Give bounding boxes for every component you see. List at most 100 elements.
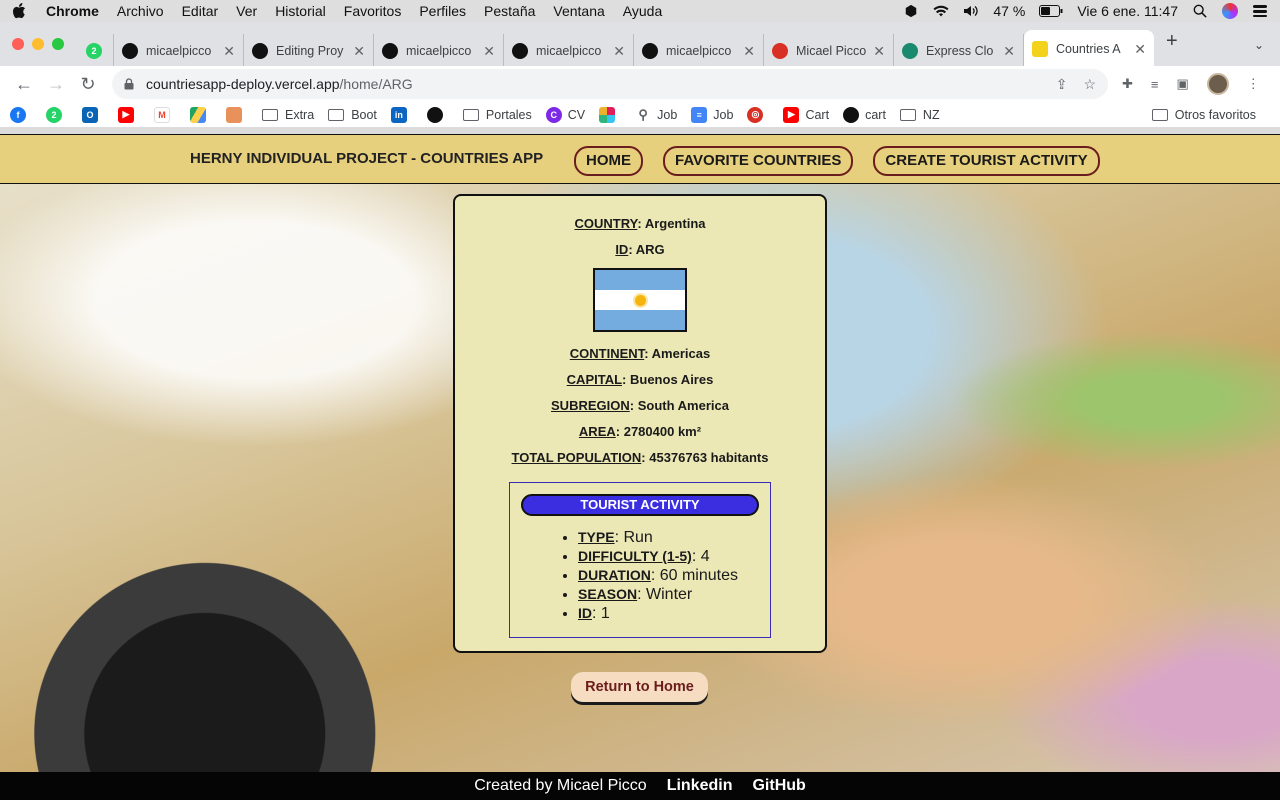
country-id: ARG xyxy=(635,242,665,257)
github-icon xyxy=(426,106,443,123)
minimize-window-button[interactable] xyxy=(32,38,44,50)
siri-icon[interactable] xyxy=(1222,3,1238,19)
apple-icon[interactable] xyxy=(12,3,26,19)
field-label: CONTINENT xyxy=(569,346,645,361)
menu-historial[interactable]: Historial xyxy=(275,3,326,19)
bookmark-job-search[interactable]: ⚲ Job xyxy=(635,107,677,123)
close-tab-icon[interactable]: ✕ xyxy=(1134,41,1146,58)
menu-ayuda[interactable]: Ayuda xyxy=(623,3,662,19)
bookmark-job-docs[interactable]: ≡ Job xyxy=(691,106,734,123)
bookmark-youtube[interactable]: ▶ xyxy=(118,106,140,123)
flag-stripe xyxy=(595,270,685,290)
bookmark-cv[interactable]: C CV xyxy=(545,106,586,123)
close-window-button[interactable] xyxy=(12,38,24,50)
forward-arrow-icon[interactable]: → xyxy=(42,70,70,98)
tab-countries-app[interactable]: Countries A ✕ xyxy=(1024,30,1154,68)
bookmark-gmail[interactable]: M xyxy=(154,106,176,123)
list-item: DURATION: 60 minutes xyxy=(578,566,770,585)
tab-express[interactable]: Express Clo ✕ xyxy=(894,34,1024,68)
country-detail-card: COUNTRY: Argentina ID: ARG CONTINENT: Am… xyxy=(453,194,827,653)
profile-avatar[interactable] xyxy=(1206,73,1229,95)
spotlight-search-icon[interactable] xyxy=(1192,4,1208,18)
close-tab-icon[interactable]: ✕ xyxy=(483,43,495,60)
bookmark-github[interactable] xyxy=(426,106,449,123)
close-tab-icon[interactable]: ✕ xyxy=(743,43,755,60)
github-link[interactable]: GitHub xyxy=(752,777,805,795)
vpn-icon[interactable] xyxy=(903,4,919,18)
tab-search-chevron-icon[interactable]: ⌄ xyxy=(1254,38,1264,52)
return-to-home-button[interactable]: Return to Home xyxy=(571,672,708,702)
control-center-icon[interactable] xyxy=(1252,4,1268,18)
tab-label: micaelpicco xyxy=(536,44,602,58)
favorite-countries-button[interactable]: FAVORITE COUNTRIES xyxy=(663,146,854,176)
extensions-puzzle-icon[interactable]: ✚ xyxy=(1122,76,1133,92)
share-icon[interactable]: ⇪ xyxy=(1056,76,1068,93)
menu-pestana[interactable]: Pestaña xyxy=(484,3,535,19)
media-control-icon[interactable]: ≡ xyxy=(1151,77,1159,92)
lock-icon[interactable] xyxy=(124,78,134,90)
field-label: ID xyxy=(578,605,592,621)
bookmark-label: CV xyxy=(567,107,586,122)
bookmark-other-favorites[interactable]: Otros favoritos xyxy=(1151,108,1256,122)
bookmark-star-icon[interactable]: ☆ xyxy=(1083,76,1096,93)
github-icon xyxy=(382,43,398,59)
field-label: AREA xyxy=(578,424,616,439)
bookmark-folder-nz[interactable]: NZ xyxy=(899,108,940,122)
tab-github-5[interactable]: micaelpicco ✕ xyxy=(634,34,764,68)
menu-perfiles[interactable]: Perfiles xyxy=(419,3,466,19)
tab-github-2[interactable]: Editing Proy ✕ xyxy=(244,34,374,68)
bookmark-drive[interactable] xyxy=(190,106,212,123)
menu-editar[interactable]: Editar xyxy=(182,3,219,19)
wifi-icon[interactable] xyxy=(933,4,949,18)
bookmark-slack[interactable] xyxy=(599,106,621,123)
close-tab-icon[interactable]: ✕ xyxy=(873,43,885,60)
clock[interactable]: Vie 6 ene. 11:47 xyxy=(1077,3,1178,19)
tab-whatsapp[interactable]: 2 xyxy=(78,34,114,68)
bookmark-folder-extra[interactable]: Extra xyxy=(262,108,314,122)
tab-github-1[interactable]: micaelpicco ✕ xyxy=(114,34,244,68)
menu-ventana[interactable]: Ventana xyxy=(553,3,604,19)
tab-github-3[interactable]: micaelpicco ✕ xyxy=(374,34,504,68)
bookmark-linkedin[interactable]: in xyxy=(390,106,413,123)
area-row: AREA: 2780400 km² xyxy=(578,424,702,439)
menu-app-name[interactable]: Chrome xyxy=(46,3,99,19)
home-button[interactable]: HOME xyxy=(574,146,643,176)
bookmark-cube[interactable] xyxy=(226,106,248,123)
create-tourist-activity-button[interactable]: CREATE TOURIST ACTIVITY xyxy=(873,146,1100,176)
macos-menu-bar: Chrome Archivo Editar Ver Historial Favo… xyxy=(0,0,1280,22)
bookmark-cart-github[interactable]: cart xyxy=(843,106,886,123)
linkedin-link[interactable]: Linkedin xyxy=(667,777,733,795)
bookmark-folder-portales[interactable]: Portales xyxy=(462,108,532,122)
bookmark-target[interactable]: ◎ xyxy=(747,106,769,123)
zoom-window-button[interactable] xyxy=(52,38,64,50)
menu-favoritos[interactable]: Favoritos xyxy=(344,3,402,19)
bookmark-label: Job xyxy=(713,107,734,122)
tab-label: micaelpicco xyxy=(146,44,212,58)
battery-icon[interactable] xyxy=(1039,5,1063,17)
close-tab-icon[interactable]: ✕ xyxy=(223,43,235,60)
activity-id: 1 xyxy=(600,605,610,622)
new-tab-icon[interactable]: + xyxy=(1166,30,1178,62)
bookmark-outlook[interactable]: O xyxy=(82,106,104,123)
back-arrow-icon[interactable]: ← xyxy=(10,70,38,98)
close-tab-icon[interactable]: ✕ xyxy=(613,43,625,60)
address-bar[interactable]: countriesapp-deploy.vercel.app/home/ARG … xyxy=(112,69,1108,99)
side-panel-icon[interactable]: ▣ xyxy=(1177,76,1189,92)
close-tab-icon[interactable]: ✕ xyxy=(353,43,365,60)
more-menu-icon[interactable]: ⋮ xyxy=(1247,76,1260,92)
flag-stripe xyxy=(595,310,685,330)
tab-github-4[interactable]: micaelpicco ✕ xyxy=(504,34,634,68)
tourist-activity-title: TOURIST ACTIVITY xyxy=(521,494,759,516)
bookmark-cart-youtube[interactable]: ▶ Cart xyxy=(783,106,829,123)
bookmark-folder-boot[interactable]: Boot xyxy=(328,108,377,122)
reload-icon[interactable]: ↻ xyxy=(74,70,102,98)
volume-icon[interactable] xyxy=(963,4,979,18)
tab-portfolio[interactable]: Micael Picco ✕ xyxy=(764,34,894,68)
bookmark-facebook[interactable]: f xyxy=(10,106,32,123)
close-tab-icon[interactable]: ✕ xyxy=(1003,43,1015,60)
bookmark-whatsapp[interactable]: 2 xyxy=(46,106,68,123)
menu-ver[interactable]: Ver xyxy=(236,3,257,19)
list-item: DIFFICULTY (1-5): 4 xyxy=(578,547,770,566)
menu-archivo[interactable]: Archivo xyxy=(117,3,164,19)
field-label: DIFFICULTY (1-5) xyxy=(578,548,692,564)
